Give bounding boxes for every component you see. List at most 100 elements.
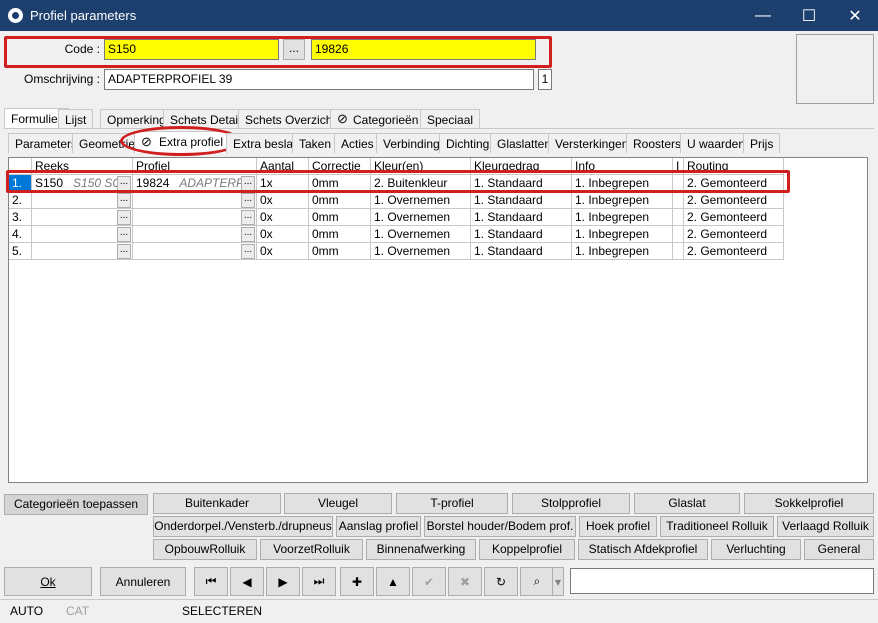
annuleren-button[interactable]: Annuleren: [100, 567, 186, 596]
grid-cell-aantal[interactable]: 0x: [257, 192, 309, 209]
grid-cell-correctie[interactable]: 0mm: [309, 192, 371, 209]
subtab-versterkingen[interactable]: Versterkingen: [548, 133, 636, 153]
grid-cell-routing[interactable]: 2. Gemonteerd: [684, 243, 784, 260]
grid-cell-info[interactable]: 1. Inbegrepen: [572, 209, 673, 226]
category-koppelprofiel-button[interactable]: Koppelprofiel: [479, 539, 575, 560]
status-mode: AUTO: [10, 604, 44, 618]
subtab-acties[interactable]: Acties: [334, 133, 381, 153]
confirm-icon[interactable]: ✔: [412, 567, 446, 596]
add-icon[interactable]: ✚: [340, 567, 374, 596]
category-aanslag-profiel-button[interactable]: Aanslag profiel: [336, 516, 421, 537]
reeks-browse-button[interactable]: ...: [117, 244, 131, 259]
category-glaslat-button[interactable]: Glaslat: [634, 493, 740, 514]
category-voorzetrolluik-button[interactable]: VoorzetRolluik: [260, 539, 363, 560]
grid-cell-correctie[interactable]: 0mm: [309, 226, 371, 243]
code-input[interactable]: S150: [104, 39, 279, 60]
search-input[interactable]: [570, 568, 874, 594]
code-label: Code :: [64, 42, 100, 56]
extra-profiel-grid[interactable]: Reeks Profiel Aantal Correctie Kleur(en)…: [8, 157, 868, 483]
category-statisch-afdekprofiel-button[interactable]: Statisch Afdekprofiel: [578, 539, 708, 560]
category-sokkelprofiel-button[interactable]: Sokkelprofiel: [744, 493, 874, 514]
category-borstel-houder-button[interactable]: Borstel houder/Bodem prof.: [424, 516, 576, 537]
grid-cell-kleuren[interactable]: 1. Overnemen: [371, 243, 471, 260]
tab-schets-overzicht[interactable]: Schets Overzicht: [238, 109, 343, 129]
subtab-u-waarden[interactable]: U waarden: [680, 133, 753, 153]
code-browse-button[interactable]: ...: [283, 39, 305, 60]
grid-cell-i[interactable]: [673, 243, 684, 260]
category-general-button[interactable]: General: [804, 539, 874, 560]
grid-cell-profiel[interactable]: [133, 209, 257, 226]
category-t-profiel-button[interactable]: T-profiel: [396, 493, 508, 514]
subtab-roosters[interactable]: Roosters: [626, 133, 689, 153]
ok-button[interactable]: Ok: [4, 567, 92, 596]
subtab-verbinding[interactable]: Verbinding: [376, 133, 447, 153]
profiel-browse-button[interactable]: ...: [241, 210, 255, 225]
minimize-button[interactable]: —: [740, 0, 786, 31]
grid-cell-kleurgedrag[interactable]: 1. Standaard: [471, 243, 572, 260]
profiel-browse-button[interactable]: ...: [241, 193, 255, 208]
code-number-input[interactable]: 19826: [311, 39, 536, 60]
delete-icon[interactable]: ✖: [448, 567, 482, 596]
grid-cell-aantal[interactable]: 0x: [257, 226, 309, 243]
last-icon[interactable]: ⏭: [302, 567, 336, 596]
binoculars-icon[interactable]: ⌕: [520, 567, 554, 596]
row-number[interactable]: 2.: [9, 192, 32, 209]
grid-cell-i[interactable]: [673, 209, 684, 226]
grid-cell-correctie[interactable]: 0mm: [309, 209, 371, 226]
grid-cell-info[interactable]: 1. Inbegrepen: [572, 243, 673, 260]
maximize-button[interactable]: ☐: [786, 0, 832, 31]
grid-cell-routing[interactable]: 2. Gemonteerd: [684, 192, 784, 209]
profiel-browse-button[interactable]: ...: [241, 227, 255, 242]
category-onderdorpel-button[interactable]: Onderdorpel./Vensterb./drupneus: [153, 516, 333, 537]
reeks-browse-button[interactable]: ...: [117, 193, 131, 208]
grid-cell-profiel[interactable]: [133, 243, 257, 260]
grid-cell-info[interactable]: 1. Inbegrepen: [572, 192, 673, 209]
tab-lijst[interactable]: Lijst: [58, 109, 94, 129]
subtab-taken[interactable]: Taken: [292, 133, 339, 153]
subtab-prijs[interactable]: Prijs: [743, 133, 781, 153]
grid-cell-kleuren[interactable]: 1. Overnemen: [371, 209, 471, 226]
previous-icon[interactable]: ◀: [230, 567, 264, 596]
close-button[interactable]: ✕: [832, 0, 878, 31]
category-stolpprofiel-button[interactable]: Stolpprofiel: [512, 493, 630, 514]
category-verluchting-button[interactable]: Verluchting: [711, 539, 801, 560]
grid-cell-aantal[interactable]: 0x: [257, 209, 309, 226]
category-verlaagd-rolluik-button[interactable]: Verlaagd Rolluik: [777, 516, 874, 537]
refresh-icon[interactable]: ↻: [484, 567, 518, 596]
row-number[interactable]: 5.: [9, 243, 32, 260]
next-icon[interactable]: ▶: [266, 567, 300, 596]
tab-categorieen[interactable]: ⊘ Categorieën: [330, 109, 426, 129]
row-number[interactable]: 3.: [9, 209, 32, 226]
grid-cell-profiel[interactable]: [133, 226, 257, 243]
dropdown-icon[interactable]: ▾: [552, 567, 564, 596]
subtab-dichting[interactable]: Dichting: [439, 133, 497, 153]
grid-cell-kleurgedrag[interactable]: 1. Standaard: [471, 226, 572, 243]
grid-cell-routing[interactable]: 2. Gemonteerd: [684, 226, 784, 243]
category-opbouwrolluik-button[interactable]: OpbouwRolluik: [153, 539, 257, 560]
category-vleugel-button[interactable]: Vleugel: [284, 493, 392, 514]
reeks-browse-button[interactable]: ...: [117, 227, 131, 242]
row-number[interactable]: 4.: [9, 226, 32, 243]
tab-speciaal[interactable]: Speciaal: [420, 109, 481, 129]
profiel-browse-button[interactable]: ...: [241, 244, 255, 259]
categorieen-toepassen-button[interactable]: Categorieën toepassen: [4, 494, 148, 515]
category-buitenkader-button[interactable]: Buitenkader: [153, 493, 281, 514]
reeks-browse-button[interactable]: ...: [117, 210, 131, 225]
grid-cell-aantal[interactable]: 0x: [257, 243, 309, 260]
grid-cell-routing[interactable]: 2. Gemonteerd: [684, 209, 784, 226]
grid-cell-kleurgedrag[interactable]: 1. Standaard: [471, 192, 572, 209]
grid-cell-correctie[interactable]: 0mm: [309, 243, 371, 260]
first-icon[interactable]: ⏮: [194, 567, 228, 596]
omschrijving-input[interactable]: ADAPTERPROFIEL 39: [104, 69, 534, 90]
category-hoek-profiel-button[interactable]: Hoek profiel: [579, 516, 657, 537]
grid-cell-kleurgedrag[interactable]: 1. Standaard: [471, 209, 572, 226]
grid-cell-kleuren[interactable]: 1. Overnemen: [371, 226, 471, 243]
grid-cell-profiel[interactable]: [133, 192, 257, 209]
category-traditioneel-rolluik-button[interactable]: Traditioneel Rolluik: [660, 516, 774, 537]
grid-cell-kleuren[interactable]: 1. Overnemen: [371, 192, 471, 209]
grid-cell-i[interactable]: [673, 226, 684, 243]
category-binnenafwerking-button[interactable]: Binnenafwerking: [366, 539, 476, 560]
grid-cell-info[interactable]: 1. Inbegrepen: [572, 226, 673, 243]
grid-cell-i[interactable]: [673, 192, 684, 209]
up-icon[interactable]: ▲: [376, 567, 410, 596]
